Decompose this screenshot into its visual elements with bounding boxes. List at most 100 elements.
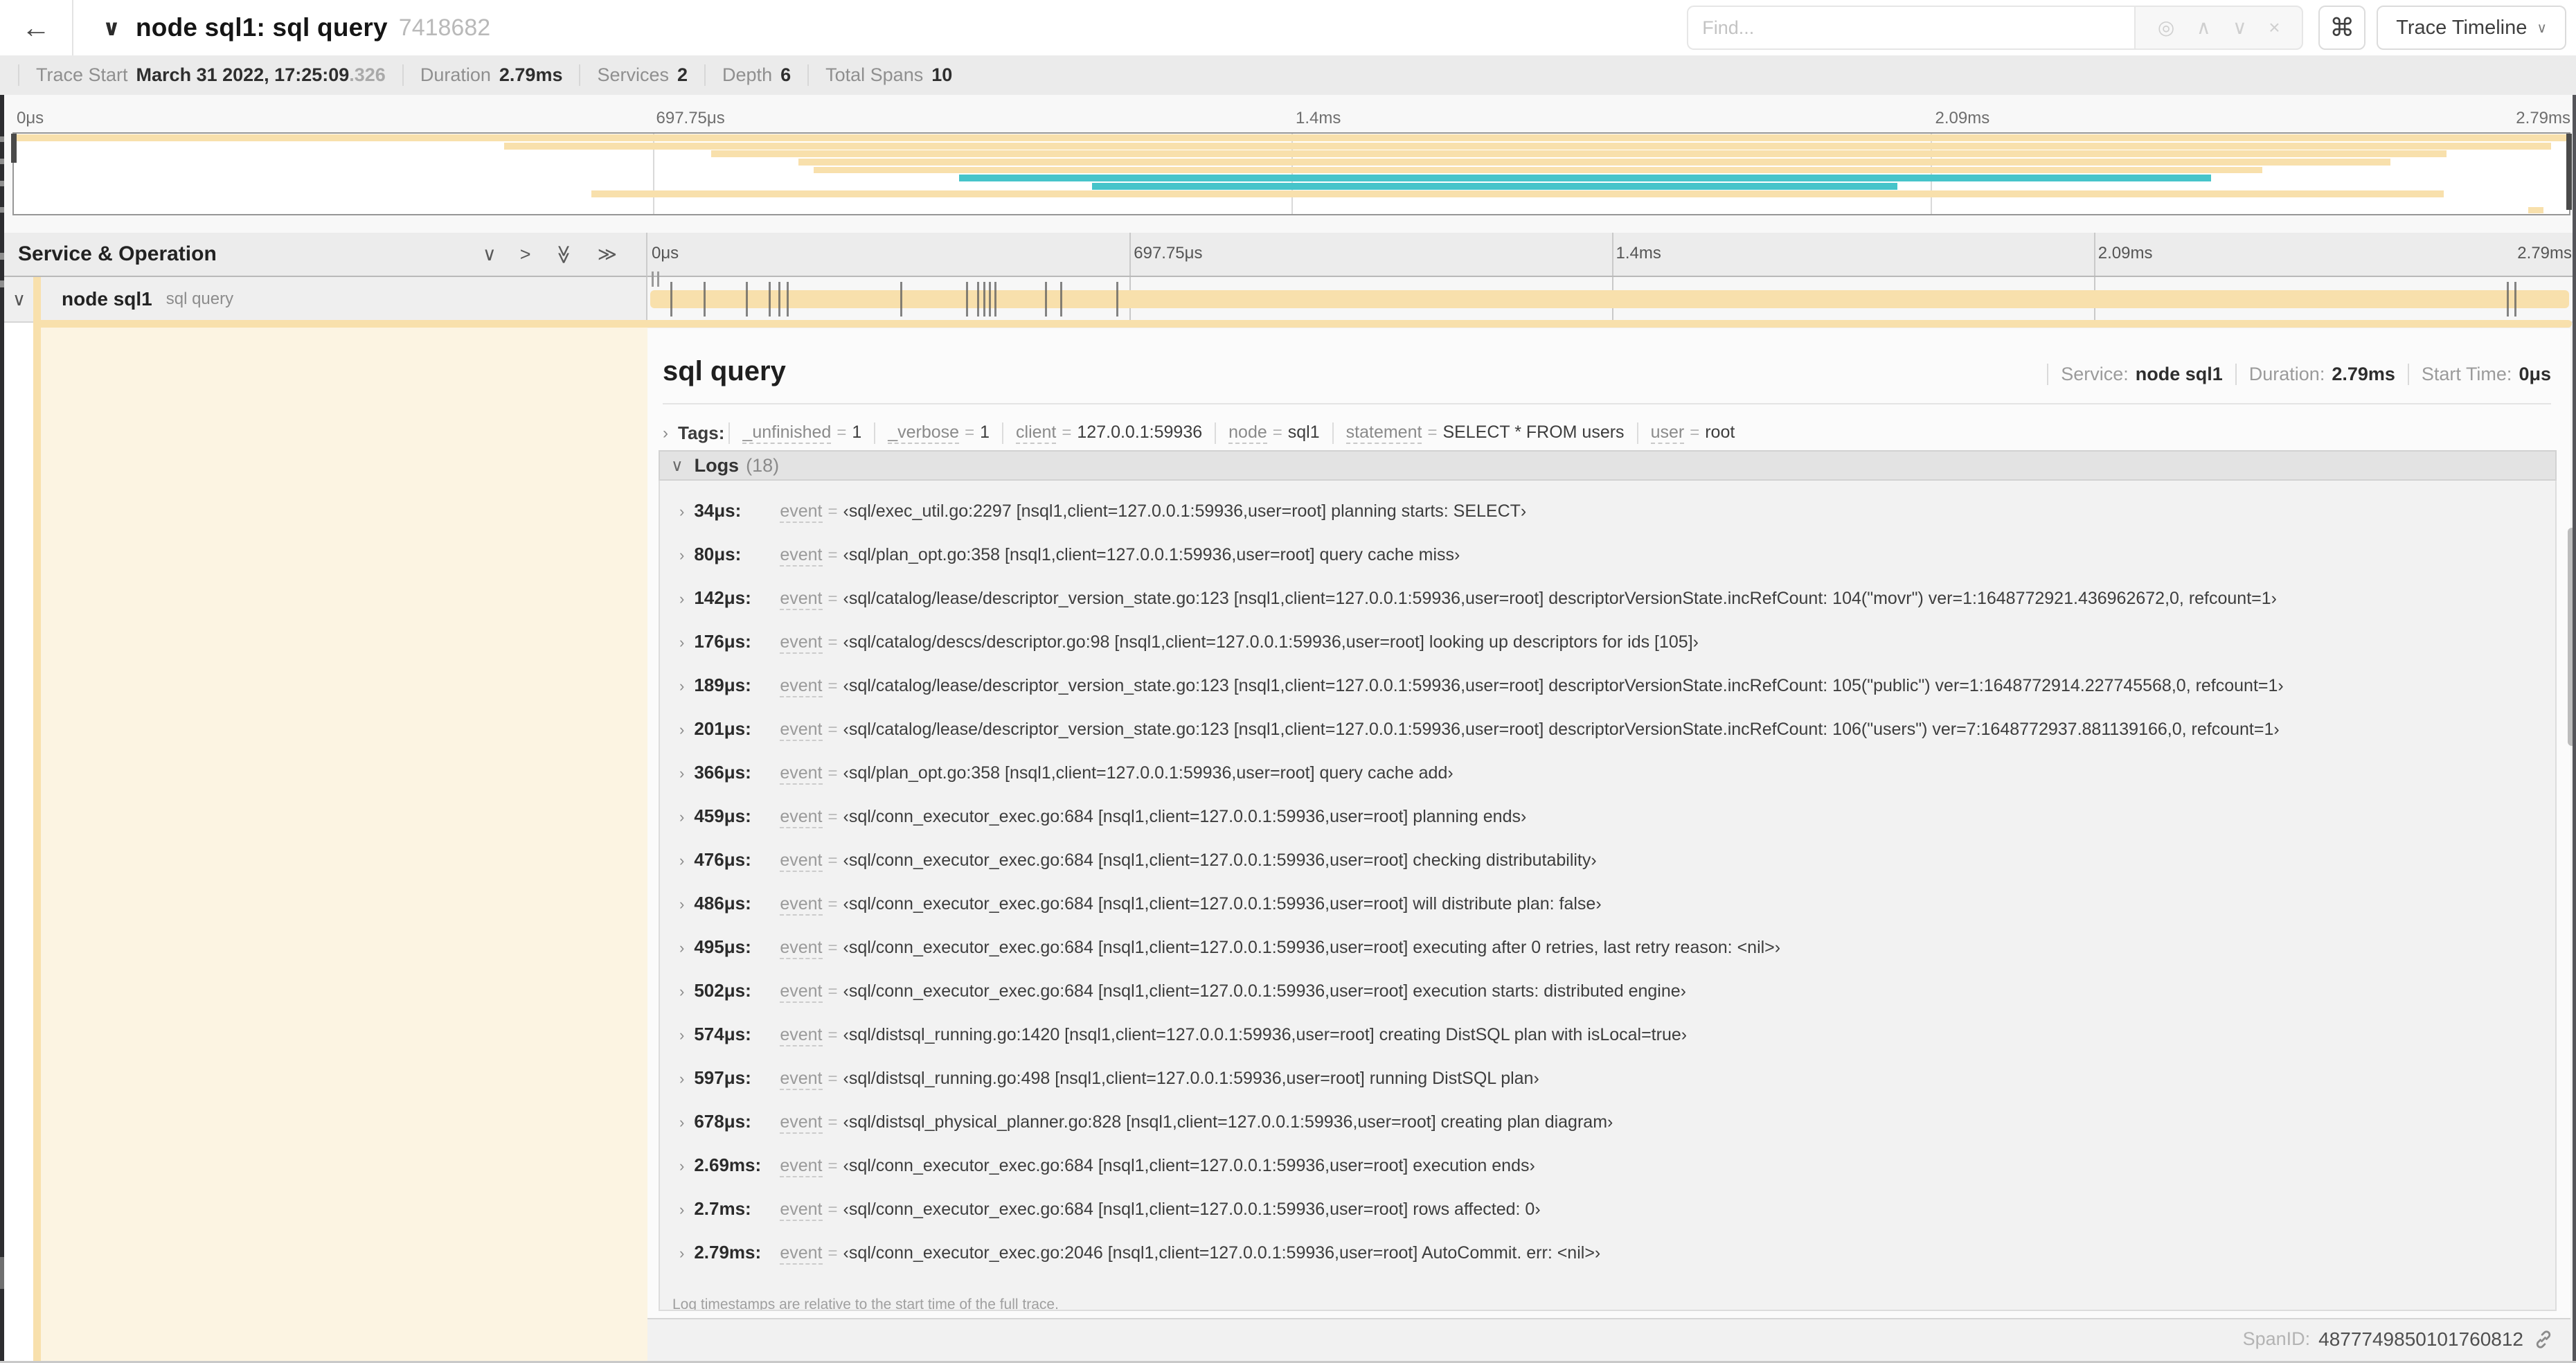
back-button[interactable]: ← [0, 0, 73, 55]
log-expand-icon[interactable]: › [679, 939, 684, 957]
minimap-left-scrubber[interactable] [11, 134, 17, 163]
log-equals: = [828, 1200, 838, 1219]
log-marker-tick[interactable] [900, 282, 902, 317]
locate-icon[interactable]: ◎ [2158, 18, 2174, 37]
log-expand-icon[interactable]: › [679, 677, 684, 695]
tags-row[interactable]: › Tags: _unfinished = 1 _verbose = 1 cli… [663, 422, 2551, 444]
next-result-icon[interactable]: ∨ [2233, 18, 2247, 37]
log-row[interactable]: › 366μs: event = ‹sql/plan_opt.go:358 [n… [670, 762, 2555, 805]
log-expand-icon[interactable]: › [679, 1070, 684, 1088]
log-marker-tick[interactable] [670, 282, 673, 317]
meta-label: Services [597, 64, 669, 85]
left-edge-scrollbar[interactable] [0, 95, 4, 1363]
log-expand-icon[interactable]: › [679, 808, 684, 826]
log-expand-icon[interactable]: › [679, 765, 684, 783]
minimap-tick-label: 1.4ms [1296, 109, 1341, 127]
collapse-one-icon[interactable]: ∨ [483, 244, 497, 264]
log-expand-icon[interactable]: › [679, 983, 684, 1001]
log-expand-icon[interactable]: › [679, 1026, 684, 1044]
log-row[interactable]: › 176μs: event = ‹sql/catalog/descs/desc… [670, 631, 2555, 675]
log-row[interactable]: › 678μs: event = ‹sql/distsql_physical_p… [670, 1111, 2555, 1155]
log-row[interactable]: › 34μs: event = ‹sql/exec_util.go:2297 [… [670, 500, 2555, 544]
log-marker-tick[interactable] [769, 282, 771, 317]
log-marker-tick[interactable] [983, 282, 985, 317]
log-marker-tick[interactable] [977, 282, 980, 317]
log-expand-icon[interactable]: › [679, 1114, 684, 1132]
log-row[interactable]: › 597μs: event = ‹sql/distsql_running.go… [670, 1067, 2555, 1111]
log-row[interactable]: › 201μs: event = ‹sql/catalog/lease/desc… [670, 718, 2555, 762]
log-equals: = [828, 1157, 838, 1175]
log-marker-tick[interactable] [2514, 282, 2516, 317]
log-expand-icon[interactable]: › [679, 721, 684, 739]
column-resize-grip[interactable] [652, 271, 659, 287]
tags-expand-icon[interactable]: › [663, 424, 668, 443]
trace-meta-item: Trace Start March 31 2022, 17:25:09 .326 [18, 64, 402, 86]
log-row[interactable]: › 2.79ms: event = ‹sql/conn_executor_exe… [670, 1242, 2555, 1285]
log-equals: = [828, 502, 838, 521]
log-row[interactable]: › 189μs: event = ‹sql/catalog/lease/desc… [670, 675, 2555, 718]
minimap-right-scrubber[interactable] [2566, 134, 2572, 210]
log-row[interactable]: › 2.69ms: event = ‹sql/conn_executor_exe… [670, 1155, 2555, 1198]
tag-equals: = [965, 423, 975, 442]
logs-collapse-icon[interactable]: ∨ [671, 456, 683, 476]
collapse-all-icon[interactable]: ≫ [554, 244, 575, 264]
log-row[interactable]: › 486μs: event = ‹sql/conn_executor_exec… [670, 893, 2555, 936]
log-marker-tick[interactable] [786, 282, 789, 317]
log-expand-icon[interactable]: › [679, 1157, 684, 1175]
overview-value: node sql1 [2135, 364, 2223, 384]
log-expand-icon[interactable]: › [679, 546, 684, 564]
log-expand-icon[interactable]: › [679, 590, 684, 608]
timeline-header-row: Service & Operation ∨ > ≫ ≫ 0μs 697.75μs 1… [0, 233, 2576, 287]
minimap-span-bar [14, 134, 2569, 142]
log-marker-tick[interactable] [778, 282, 781, 317]
tag-equals: = [1272, 423, 1282, 442]
find-input[interactable] [1687, 6, 2135, 50]
log-marker-tick[interactable] [1116, 282, 1118, 317]
right-edge-scrollbar[interactable] [2573, 95, 2576, 1363]
span-operation-name: sql query [166, 289, 234, 308]
log-expand-icon[interactable]: › [679, 503, 684, 521]
log-marker-tick[interactable] [1044, 282, 1047, 317]
log-row[interactable]: › 80μs: event = ‹sql/plan_opt.go:358 [ns… [670, 544, 2555, 587]
minimap-canvas[interactable] [11, 132, 2572, 215]
log-row[interactable]: › 142μs: event = ‹sql/catalog/lease/desc… [670, 587, 2555, 631]
prev-result-icon[interactable]: ∧ [2197, 18, 2211, 37]
log-marker-tick[interactable] [703, 282, 706, 317]
log-marker-tick[interactable] [746, 282, 749, 317]
log-marker-tick[interactable] [988, 282, 991, 317]
minimap-tick-label: 2.09ms [1935, 109, 1990, 127]
log-expand-icon[interactable]: › [679, 1245, 684, 1263]
tag-value: SELECT * FROM users [1442, 422, 1625, 442]
log-row[interactable]: › 495μs: event = ‹sql/conn_executor_exec… [670, 936, 2555, 980]
collapse-trace-icon[interactable]: ∨ [102, 15, 120, 41]
meta-label: Depth [722, 64, 773, 85]
trace-view-select[interactable]: Trace Timeline ∨ [2377, 6, 2566, 50]
logs-header[interactable]: ∨ Logs (18) [659, 450, 2557, 481]
log-marker-tick[interactable] [1059, 282, 1062, 317]
expand-all-icon[interactable]: ≫ [598, 244, 617, 264]
span-bar-cell[interactable] [647, 277, 2576, 323]
log-expand-icon[interactable]: › [679, 896, 684, 914]
span-duration-bar[interactable] [650, 290, 2569, 308]
clear-find-icon[interactable]: × [2269, 18, 2280, 37]
log-expand-icon[interactable]: › [679, 852, 684, 870]
span-collapse-icon[interactable]: ∨ [12, 289, 26, 310]
meta-label: Duration [420, 64, 491, 85]
expand-one-icon[interactable]: > [520, 244, 531, 264]
keyboard-shortcuts-button[interactable]: ⌘ [2318, 6, 2366, 50]
log-expand-icon[interactable]: › [679, 1201, 684, 1219]
trace-id: 7418682 [398, 14, 491, 41]
log-marker-tick[interactable] [2506, 282, 2509, 317]
meta-value: 2.79ms [499, 64, 563, 85]
deep-link-icon[interactable] [2533, 1329, 2554, 1350]
log-marker-tick[interactable] [965, 282, 968, 317]
span-name-cell[interactable]: ∨ node sql1 sql query [0, 277, 647, 323]
log-marker-tick[interactable] [994, 282, 997, 317]
log-timestamp: 597μs: [694, 1067, 751, 1088]
log-row[interactable]: › 502μs: event = ‹sql/conn_executor_exec… [670, 980, 2555, 1024]
log-row[interactable]: › 459μs: event = ‹sql/conn_executor_exec… [670, 805, 2555, 849]
log-row[interactable]: › 574μs: event = ‹sql/distsql_running.go… [670, 1024, 2555, 1067]
log-row[interactable]: › 2.7ms: event = ‹sql/conn_executor_exec… [670, 1198, 2555, 1242]
log-expand-icon[interactable]: › [679, 634, 684, 652]
log-row[interactable]: › 476μs: event = ‹sql/conn_executor_exec… [670, 849, 2555, 893]
